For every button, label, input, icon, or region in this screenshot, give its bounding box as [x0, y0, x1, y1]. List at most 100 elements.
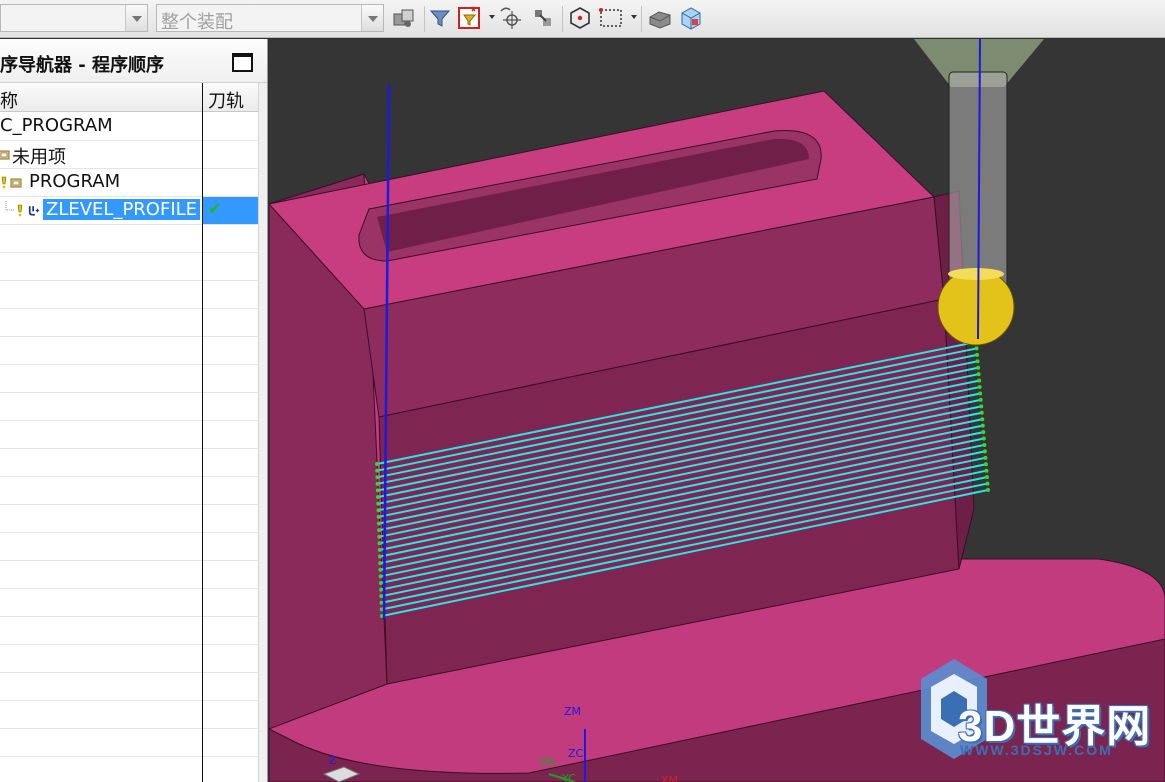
chevron-down-icon[interactable] — [489, 15, 495, 19]
tree-row-empty — [0, 561, 258, 589]
column-divider[interactable] — [202, 83, 203, 782]
column-header-row: 称 刀轨 — [0, 83, 258, 112]
tree-row-unused-items[interactable]: 未用项 — [0, 141, 258, 169]
column-header-name[interactable]: 称 — [0, 87, 18, 113]
toolpath-endpoint — [980, 423, 985, 428]
navigator-title-bar: 序导航器 - 程序顺序 — [0, 39, 267, 83]
point-select-icon[interactable] — [567, 5, 593, 31]
tree-row-empty — [0, 617, 258, 645]
toolpath-endpoint — [376, 501, 381, 506]
toolpath-endpoint — [976, 365, 981, 370]
toolbar-separator — [641, 6, 642, 32]
part-model-scene[interactable]: ZM ZC YM YC XM Z — [269, 39, 1165, 782]
chevron-down-icon[interactable] — [361, 5, 383, 31]
toolpath-endpoint — [983, 462, 988, 467]
selection-scope-value: 整个装配 — [161, 12, 233, 33]
navigator-tree: C_PROGRAM 未用项 PROGRAM ZLEVEL_PROFILE ✔ — [0, 113, 258, 757]
assembly-navigator-icon[interactable] — [391, 5, 417, 31]
graphics-viewport[interactable]: ZM ZC YM YC XM Z — [269, 39, 1165, 782]
watermark-url: WWW.3DSJW.COM — [960, 742, 1113, 758]
toolpath-endpoint — [378, 561, 383, 566]
tree-row-empty — [0, 225, 258, 253]
toolpath-endpoint — [378, 567, 383, 572]
toolpath-endpoint — [979, 410, 984, 415]
toolpath-complete-check-icon: ✔ — [208, 199, 222, 218]
tree-row-program[interactable]: PROGRAM — [0, 169, 258, 197]
tree-row-empty — [0, 421, 258, 449]
view-cube-icon[interactable] — [678, 5, 704, 31]
toolpath-endpoint — [376, 521, 381, 526]
chevron-down-icon[interactable] — [125, 5, 147, 31]
toolpath-endpoint — [379, 594, 384, 599]
tree-row-empty — [0, 281, 258, 309]
tree-row-empty — [0, 589, 258, 617]
tree-row-empty — [0, 505, 258, 533]
column-header-toolpath[interactable]: 刀轨 — [208, 87, 244, 113]
toolpath-endpoint — [984, 468, 989, 473]
toolpath-endpoint — [377, 528, 382, 533]
selection-scope-combo[interactable]: 整个装配 — [156, 4, 384, 33]
navigator-title: 序导航器 - 程序顺序 — [0, 55, 165, 76]
tree-row-empty — [0, 365, 258, 393]
toolpath-endpoint — [981, 430, 986, 435]
toolpath-endpoint — [977, 385, 982, 390]
tree-row-empty — [0, 253, 258, 281]
tree-row-root-program[interactable]: C_PROGRAM — [0, 113, 258, 141]
filter-funnel-icon[interactable] — [428, 5, 454, 31]
folder-icon — [10, 178, 22, 188]
tree-row-empty — [0, 477, 258, 505]
toolpath-endpoint — [984, 475, 989, 480]
toolpath-endpoint — [982, 449, 987, 454]
tree-row-empty — [0, 337, 258, 365]
toolpath-endpoint — [978, 391, 983, 396]
triad-zm-label: ZM — [564, 705, 581, 718]
tree-row-empty — [0, 729, 258, 757]
rectangle-select-icon[interactable] — [598, 5, 624, 31]
toolpath-endpoint — [378, 580, 383, 585]
tree-row-zlevel-profile[interactable]: ZLEVEL_PROFILE ✔ — [0, 197, 258, 225]
tree-row-empty — [0, 533, 258, 561]
tool-ball-highlight — [948, 268, 1004, 280]
toolpath-endpoint — [375, 462, 379, 466]
snap-point-icon[interactable] — [498, 5, 524, 31]
tree-row-empty — [0, 673, 258, 701]
navigator-scrollbar[interactable] — [258, 83, 267, 782]
toolpath-endpoint — [375, 468, 380, 473]
triad-zc-label: ZC — [568, 747, 584, 760]
tree-connector-icon — [5, 201, 14, 211]
toolpath-endpoint — [377, 541, 382, 546]
triad-ym-label: YM — [538, 756, 555, 769]
toolpath-endpoint — [375, 488, 380, 493]
tree-row-empty — [0, 449, 258, 477]
tree-row-empty — [0, 309, 258, 337]
triad-yc-label: YC — [561, 772, 576, 782]
toolpath-endpoint — [377, 534, 382, 539]
empty-rows — [0, 225, 258, 757]
toolpath-endpoint — [975, 352, 980, 357]
toolpath-endpoint — [376, 508, 381, 513]
tree-row-empty — [0, 393, 258, 421]
toolbar-separator — [424, 6, 425, 32]
status-warning-icon — [1, 176, 7, 189]
toolpath-endpoint — [986, 488, 990, 492]
maximize-icon[interactable] — [232, 53, 253, 72]
toolpath-endpoint — [981, 436, 986, 441]
toolpath-endpoint — [979, 404, 984, 409]
move-handle-icon[interactable] — [530, 5, 556, 31]
toolpath-endpoint — [375, 481, 380, 486]
status-warning-icon — [17, 204, 23, 217]
zlevel-operation-icon — [28, 206, 40, 216]
tree-row-label: C_PROGRAM — [0, 115, 113, 136]
toolpath-endpoint — [376, 514, 381, 519]
tree-row-label: 未用项 — [12, 147, 66, 168]
toolpath-endpoint — [375, 475, 380, 480]
filter-select-icon[interactable] — [457, 5, 483, 31]
toolpath-endpoint — [377, 547, 382, 552]
tree-row-label: ZLEVEL_PROFILE — [43, 199, 201, 220]
shaded-block-icon[interactable] — [647, 5, 673, 31]
chevron-down-icon[interactable] — [631, 15, 637, 19]
toolpath-endpoint — [976, 372, 981, 377]
folder-icon — [0, 150, 10, 160]
toolpath-endpoint — [980, 417, 985, 422]
type-filter-combo[interactable] — [0, 4, 148, 32]
